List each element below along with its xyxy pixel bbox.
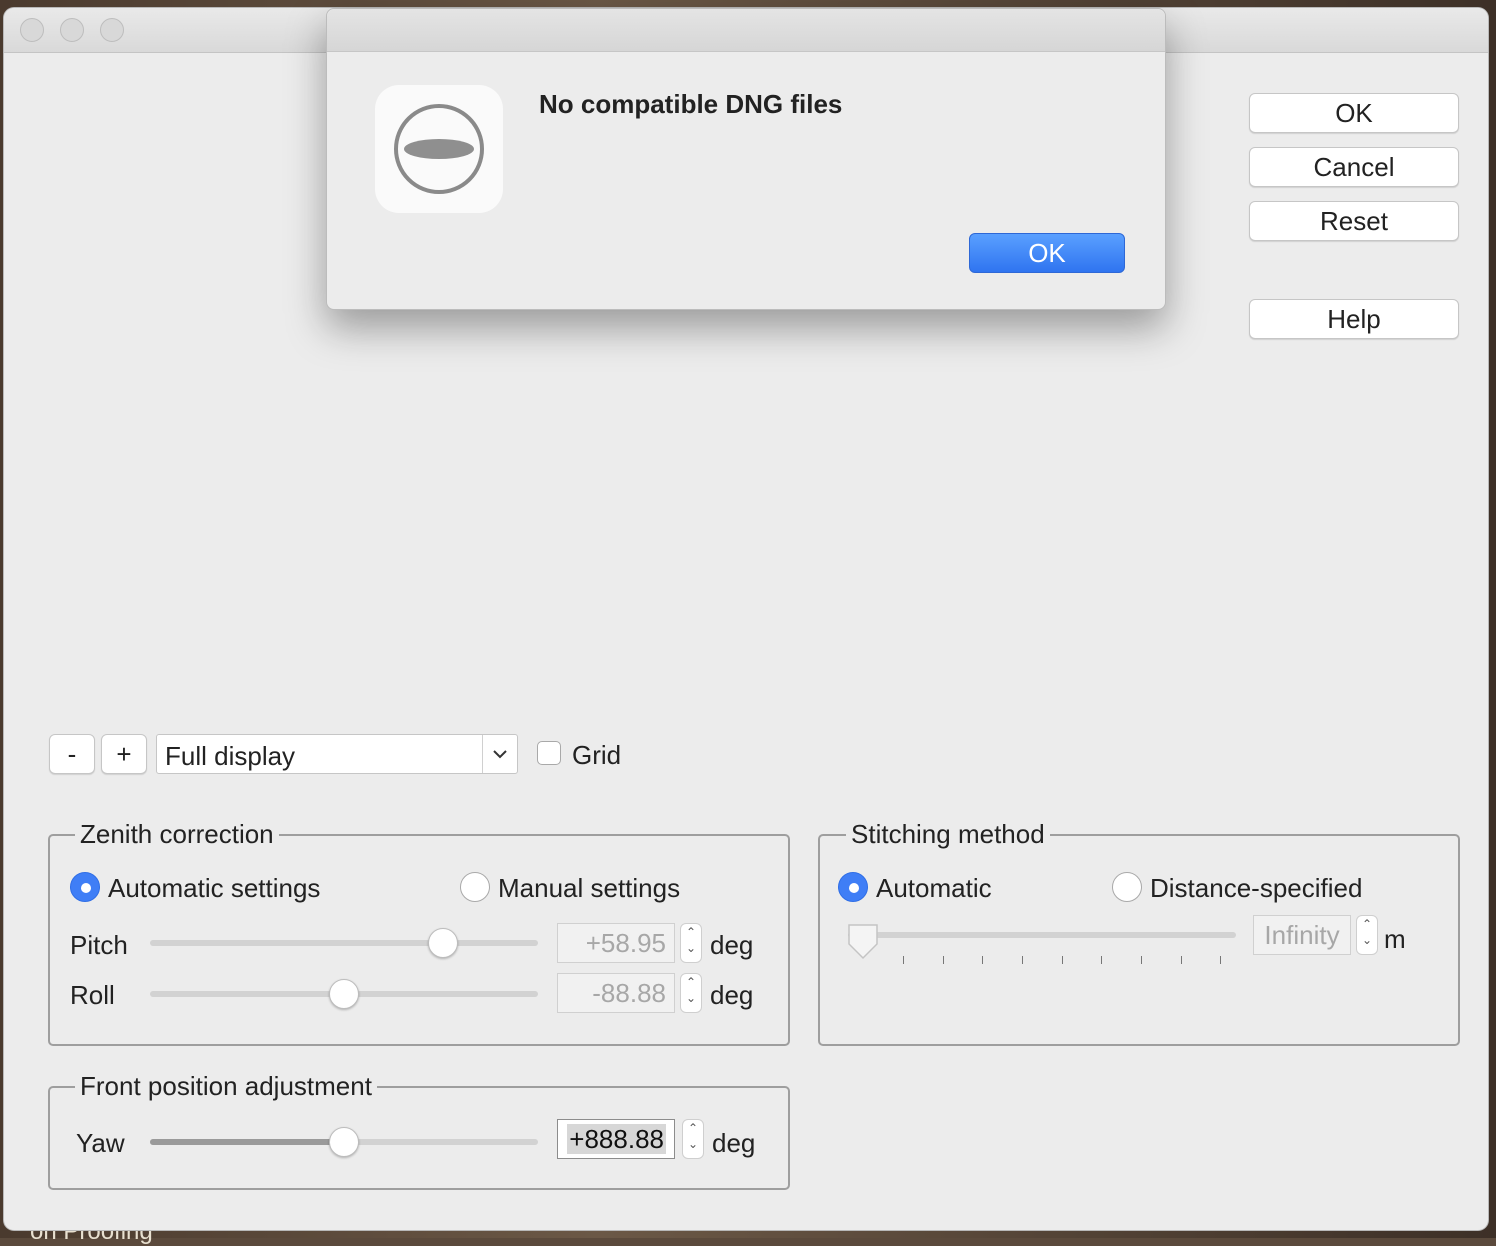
stitching-automatic-radio[interactable]	[838, 872, 868, 902]
stitching-distance-radio[interactable]	[1112, 872, 1142, 902]
yaw-value-field[interactable]: +888.88	[557, 1119, 675, 1159]
distance-tick	[903, 956, 904, 964]
pitch-stepper[interactable]: ⌃ ⌄	[680, 923, 702, 963]
distance-tick	[1220, 956, 1221, 964]
roll-value-field[interactable]: -88.88	[557, 973, 675, 1013]
distance-tick	[1022, 956, 1023, 964]
roll-slider-knob[interactable]	[329, 979, 359, 1009]
pitch-slider-track	[150, 940, 538, 946]
front-position-title: Front position adjustment	[75, 1071, 377, 1102]
distance-slider-knob[interactable]	[846, 922, 880, 967]
zenith-automatic-label: Automatic settings	[108, 873, 321, 903]
distance-tick	[1141, 956, 1142, 964]
display-mode-select[interactable]: Full display	[156, 734, 518, 774]
zoom-window-button[interactable]	[100, 18, 124, 42]
stitching-distance-label: Distance-specified	[1150, 873, 1363, 903]
alert-dialog: No compatible DNG files OK	[326, 8, 1166, 310]
help-button[interactable]: Help	[1249, 299, 1459, 339]
distance-tick	[1062, 956, 1063, 964]
zenith-automatic-radio[interactable]	[70, 872, 100, 902]
yaw-slider-fill	[150, 1139, 344, 1145]
distance-stepper[interactable]: ⌃ ⌄	[1356, 915, 1378, 955]
yaw-unit: deg	[712, 1128, 756, 1158]
close-window-button[interactable]	[20, 18, 44, 42]
roll-stepper[interactable]: ⌃ ⌄	[680, 973, 702, 1013]
cancel-button[interactable]: Cancel	[1249, 147, 1459, 187]
display-mode-value: Full display	[165, 741, 296, 771]
roll-unit: deg	[710, 980, 754, 1010]
stitching-method-title: Stitching method	[846, 819, 1050, 850]
yaw-slider-knob[interactable]	[329, 1127, 359, 1157]
grid-label: Grid	[572, 740, 622, 770]
dialog-titlebar	[327, 9, 1165, 52]
distance-tick	[1181, 956, 1182, 964]
pitch-value-field[interactable]: +58.95	[557, 923, 675, 963]
grid-checkbox[interactable]	[537, 741, 561, 765]
roll-label: Roll	[70, 980, 115, 1010]
zenith-correction-title: Zenith correction	[75, 819, 279, 850]
distance-tick	[1101, 956, 1102, 964]
distance-tick	[982, 956, 983, 964]
dialog-ok-button[interactable]: OK	[969, 233, 1125, 273]
yaw-stepper[interactable]: ⌃ ⌄	[682, 1119, 704, 1159]
minimize-window-button[interactable]	[60, 18, 84, 42]
distance-slider-track	[848, 932, 1236, 938]
warning-disc-icon	[375, 85, 503, 213]
distance-tick	[943, 956, 944, 964]
zoom-in-button[interactable]: +	[101, 734, 147, 774]
dialog-message: No compatible DNG files	[539, 89, 843, 119]
ok-button[interactable]: OK	[1249, 93, 1459, 133]
reset-button[interactable]: Reset	[1249, 201, 1459, 241]
zoom-out-button[interactable]: -	[49, 734, 95, 774]
yaw-label: Yaw	[76, 1128, 125, 1158]
distance-unit: m	[1384, 924, 1406, 954]
pitch-unit: deg	[710, 930, 754, 960]
zenith-manual-label: Manual settings	[498, 873, 681, 903]
zenith-manual-radio[interactable]	[460, 872, 490, 902]
stitching-automatic-label: Automatic	[876, 873, 992, 903]
chevron-down-icon	[482, 735, 517, 773]
pitch-label: Pitch	[70, 930, 128, 960]
distance-value-field[interactable]: Infinity	[1253, 915, 1351, 955]
pitch-slider-knob[interactable]	[428, 928, 458, 958]
yaw-value-text: +888.88	[567, 1124, 666, 1154]
